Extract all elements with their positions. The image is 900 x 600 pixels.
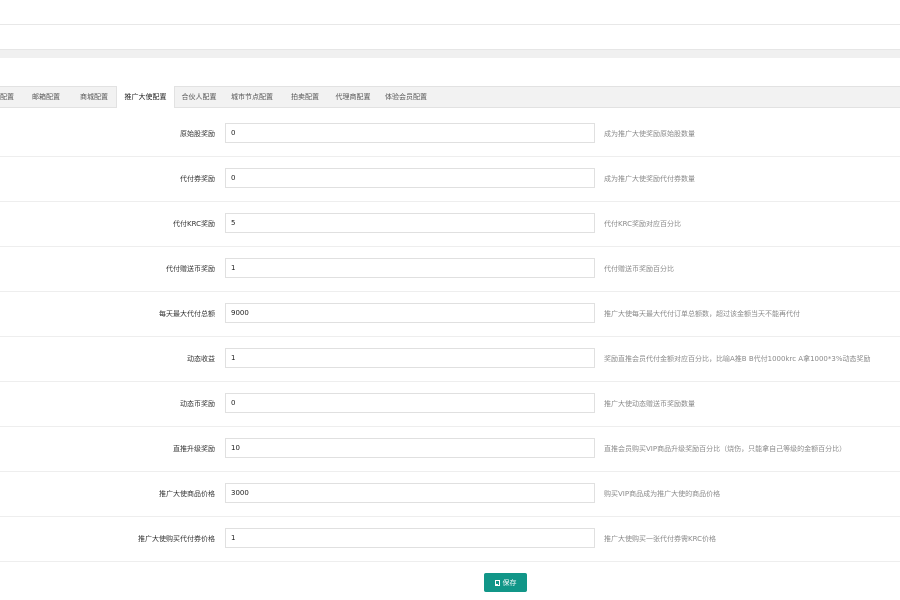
tab-partner-config[interactable]: 合伙人配置: [179, 87, 219, 108]
field-label: 动态币奖励: [180, 400, 215, 408]
dynamic-income-input[interactable]: [225, 348, 595, 368]
field-label: 代付赠送币奖励: [166, 265, 215, 273]
form-row: 代付KRC奖励 代付KRC奖励对应百分比: [0, 202, 900, 247]
dynamic-coin-reward-input[interactable]: [225, 393, 595, 413]
promoter-product-price-input[interactable]: [225, 483, 595, 503]
field-hint: 代付KRC奖励对应百分比: [604, 220, 681, 228]
config-tab-bar: 配置 邮箱配置 商城配置 推广大使配置 合伙人配置 城市节点配置 拍卖配置 代理…: [0, 86, 900, 108]
field-label: 代付券奖励: [180, 175, 215, 183]
field-hint: 推广大使动态赠送币奖励数量: [604, 400, 695, 408]
form-row: 推广大使购买代付券价格 推广大使购买一张代付券需KRC价格: [0, 517, 900, 562]
field-label: 代付KRC奖励: [173, 220, 215, 228]
tab-basic-config[interactable]: 配置: [0, 87, 14, 108]
field-hint: 成为推广大使奖励代付券数量: [604, 175, 695, 183]
field-label: 原始股奖励: [180, 130, 215, 138]
field-hint: 直推会员购买VIP商品升级奖励百分比（烧伤，只能拿自己等级的金额百分比）: [604, 445, 847, 453]
tab-email-config[interactable]: 邮箱配置: [29, 87, 63, 108]
tab-agent-config[interactable]: 代理商配置: [332, 87, 374, 108]
form-row: 动态收益 奖励直推会员代付金额对应百分比，比喻A推B B代付1000krc A拿…: [0, 337, 900, 382]
form-row: 推广大使商品价格 购买VIP商品成为推广大使的商品价格: [0, 472, 900, 517]
field-hint: 推广大使每天最大代付订单总额数，超过该金额当天不能再代付: [604, 310, 800, 318]
voucher-purchase-price-input[interactable]: [225, 528, 595, 548]
save-button-label: 保存: [502, 578, 517, 587]
field-label: 动态收益: [187, 355, 215, 363]
save-button[interactable]: 保存: [484, 573, 527, 592]
content-top-spacer: [0, 58, 900, 87]
form-row: 代付券奖励 成为推广大使奖励代付券数量: [0, 157, 900, 202]
field-label: 推广大使购买代付券价格: [138, 535, 215, 543]
form-row: 直推升级奖励 直推会员购买VIP商品升级奖励百分比（烧伤，只能拿自己等级的金额百…: [0, 427, 900, 472]
field-label: 直推升级奖励: [173, 445, 215, 453]
form-row: 动态币奖励 推广大使动态赠送币奖励数量: [0, 382, 900, 427]
tab-trial-member-config[interactable]: 体验会员配置: [382, 87, 430, 108]
payment-voucher-reward-input[interactable]: [225, 168, 595, 188]
daily-max-payment-input[interactable]: [225, 303, 595, 323]
save-icon: [494, 579, 500, 586]
krc-payment-reward-input[interactable]: [225, 213, 595, 233]
field-hint: 购买VIP商品成为推广大使的商品价格: [604, 490, 721, 498]
form-row: 代付赠送币奖励 代付赠送币奖励百分比: [0, 247, 900, 292]
field-label: 每天最大代付总额: [159, 310, 215, 318]
field-label: 推广大使商品价格: [159, 490, 215, 498]
field-hint: 成为推广大使奖励原始股数量: [604, 130, 695, 138]
field-hint: 推广大使购买一张代付券需KRC价格: [604, 535, 716, 543]
direct-upgrade-reward-input[interactable]: [225, 438, 595, 458]
tab-promoter-config[interactable]: 推广大使配置: [116, 86, 175, 108]
tab-mall-config[interactable]: 商城配置: [77, 87, 111, 108]
original-share-reward-input[interactable]: [225, 123, 595, 143]
bonus-coin-reward-input[interactable]: [225, 258, 595, 278]
field-hint: 奖励直推会员代付金额对应百分比，比喻A推B B代付1000krc A拿1000*…: [604, 355, 871, 363]
form-row: 原始股奖励 成为推广大使奖励原始股数量: [0, 112, 900, 157]
form-row: 每天最大代付总额 推广大使每天最大代付订单总额数，超过该金额当天不能再代付: [0, 292, 900, 337]
top-header-bar: [0, 0, 900, 25]
field-hint: 代付赠送币奖励百分比: [604, 265, 674, 273]
tab-auction-config[interactable]: 拍卖配置: [288, 87, 322, 108]
tab-city-node-config[interactable]: 城市节点配置: [228, 87, 276, 108]
sub-header-bar: [0, 25, 900, 49]
